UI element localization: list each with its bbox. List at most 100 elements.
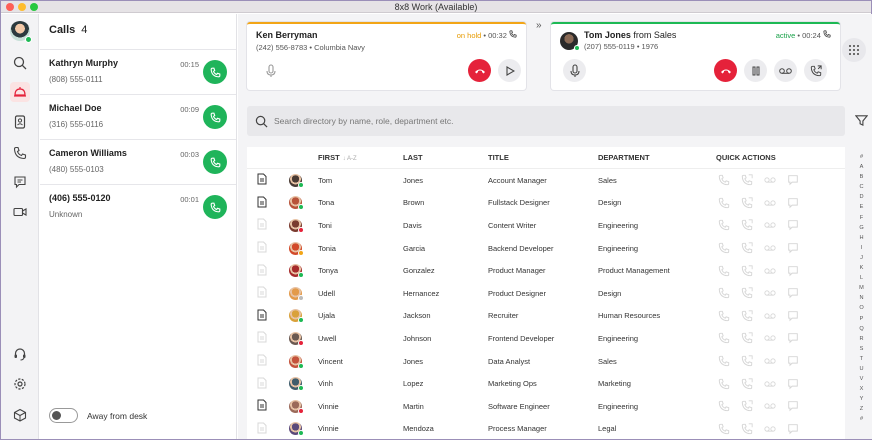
quick-chat-button[interactable] xyxy=(785,243,800,254)
quick-transfer-button[interactable] xyxy=(739,355,754,367)
document-icon[interactable] xyxy=(257,399,267,411)
nav-contacts[interactable] xyxy=(10,112,30,132)
alphabet-letter[interactable]: U xyxy=(857,364,866,374)
alphabet-letter[interactable]: P xyxy=(857,314,866,324)
quick-chat-button[interactable] xyxy=(785,356,800,367)
hold-button[interactable] xyxy=(744,59,767,82)
alphabet-letter[interactable]: S xyxy=(857,344,866,354)
quick-transfer-button[interactable] xyxy=(739,287,754,299)
contact-avatar[interactable] xyxy=(289,422,304,437)
quick-chat-button[interactable] xyxy=(785,311,800,322)
table-row[interactable]: Vinh Lopez Marketing Ops Marketing xyxy=(247,372,845,395)
nav-chat[interactable] xyxy=(10,172,30,192)
directory-search[interactable] xyxy=(247,106,845,136)
contact-avatar[interactable] xyxy=(289,196,304,211)
quick-chat-button[interactable] xyxy=(785,265,800,277)
nav-settings[interactable] xyxy=(10,374,30,394)
alphabet-letter[interactable]: H xyxy=(857,233,866,243)
quick-call-button[interactable] xyxy=(716,310,731,322)
quick-call-button[interactable] xyxy=(716,423,731,435)
hold-hangup-button[interactable] xyxy=(468,59,491,82)
active-hangup-button[interactable] xyxy=(714,59,737,82)
alphabet-letter[interactable]: Y xyxy=(857,394,866,404)
quick-voicemail-button[interactable] xyxy=(762,379,777,389)
quick-transfer-button[interactable] xyxy=(739,332,754,344)
transfer-button[interactable] xyxy=(804,59,827,82)
alphabet-letter[interactable]: # xyxy=(857,152,866,162)
table-row[interactable]: Udell Hernancez Product Designer Design xyxy=(247,282,845,305)
active-mute-button[interactable] xyxy=(563,59,586,82)
alphabet-letter[interactable]: B xyxy=(857,172,866,182)
contact-avatar[interactable] xyxy=(289,286,304,301)
alphabet-letter[interactable]: # xyxy=(857,414,866,424)
active-call-card[interactable]: Tom Jones from Sales (207) 555-0119 • 19… xyxy=(551,22,840,90)
table-row[interactable]: Uwell Johnson Frontend Developer Engineerin… xyxy=(247,327,845,350)
expand-chevron-icon[interactable]: » xyxy=(536,20,542,31)
quick-voicemail-button[interactable] xyxy=(762,198,777,208)
quick-chat-button[interactable] xyxy=(785,424,800,435)
col-last[interactable]: LAST xyxy=(403,153,488,162)
quick-call-button[interactable] xyxy=(716,401,731,412)
table-row[interactable]: Vincent Jones Data Analyst Sales xyxy=(247,350,845,373)
quick-chat-button[interactable] xyxy=(785,333,800,344)
table-row[interactable]: Vinnie Martin Software Engineer Engineering xyxy=(247,395,845,418)
alphabet-letter[interactable]: K xyxy=(857,263,866,273)
quick-chat-button[interactable] xyxy=(785,198,800,209)
quick-call-button[interactable] xyxy=(716,378,731,389)
quick-voicemail-button[interactable] xyxy=(762,243,777,253)
alphabet-letter[interactable]: T xyxy=(857,354,866,364)
contact-avatar[interactable] xyxy=(289,241,304,256)
table-row[interactable]: Ujala Jackson Recruiter Human Resources xyxy=(247,305,845,328)
alphabet-letter[interactable]: E xyxy=(857,202,866,212)
table-row[interactable]: Tom Jones Account Manager Sales xyxy=(247,169,845,192)
quick-chat-button[interactable] xyxy=(785,175,800,186)
contact-avatar[interactable] xyxy=(289,264,304,279)
quick-voicemail-button[interactable] xyxy=(762,333,777,343)
col-first[interactable]: FIRST ↓ A-Z xyxy=(318,153,403,162)
document-icon[interactable] xyxy=(257,173,267,185)
answer-call-button[interactable] xyxy=(203,60,227,84)
call-item[interactable]: Michael Doe (316) 555-0116 00:09 xyxy=(40,94,236,139)
nav-video[interactable] xyxy=(10,202,30,222)
quick-transfer-button[interactable] xyxy=(739,197,754,209)
dialpad-button[interactable] xyxy=(842,38,866,62)
alphabet-letter[interactable]: C xyxy=(857,182,866,192)
quick-call-button[interactable] xyxy=(716,175,731,186)
alphabet-letter[interactable]: X xyxy=(857,384,866,394)
call-item[interactable]: Cameron Williams (480) 555-0103 00:03 xyxy=(40,139,236,184)
resume-call-button[interactable] xyxy=(498,59,521,82)
quick-call-button[interactable] xyxy=(716,265,731,276)
alphabet-letter[interactable]: L xyxy=(857,273,866,283)
contact-avatar[interactable] xyxy=(289,354,304,369)
quick-transfer-button[interactable] xyxy=(739,400,754,412)
quick-chat-button[interactable] xyxy=(785,378,800,390)
alphabet-letter[interactable]: Z xyxy=(857,404,866,414)
nav-support[interactable] xyxy=(10,344,30,364)
alphabet-letter[interactable]: R xyxy=(857,334,866,344)
quick-voicemail-button[interactable] xyxy=(762,175,777,185)
table-row[interactable]: Tonya Gonzalez Product Manager Product Mana… xyxy=(247,259,845,282)
answer-call-button[interactable] xyxy=(203,105,227,129)
alphabet-letter[interactable]: D xyxy=(857,192,866,202)
quick-transfer-button[interactable] xyxy=(739,265,754,276)
voicemail-button[interactable] xyxy=(774,59,797,82)
answer-call-button[interactable] xyxy=(203,150,227,174)
quick-transfer-button[interactable] xyxy=(739,219,754,231)
table-row[interactable]: Vinnie Mendoza Process Manager Legal xyxy=(247,418,845,440)
quick-voicemail-button[interactable] xyxy=(762,220,777,230)
contact-avatar[interactable] xyxy=(289,331,304,346)
document-icon[interactable] xyxy=(257,196,267,208)
quick-call-button[interactable] xyxy=(716,333,731,344)
table-row[interactable]: Tonia Garcia Backend Developer Engineering xyxy=(247,237,845,260)
alphabet-letter[interactable]: A xyxy=(857,162,866,172)
contact-avatar[interactable] xyxy=(289,309,304,324)
nav-search[interactable] xyxy=(10,53,30,73)
alphabet-letter[interactable]: Q xyxy=(857,324,866,334)
col-department[interactable]: DEPARTMENT xyxy=(598,153,716,162)
alphabet-letter[interactable]: F xyxy=(857,213,866,223)
contact-avatar[interactable] xyxy=(289,377,304,392)
quick-chat-button[interactable] xyxy=(785,220,800,231)
maximize-window-button[interactable] xyxy=(30,3,38,11)
nav-calls[interactable] xyxy=(10,82,30,102)
away-toggle[interactable] xyxy=(49,408,78,423)
